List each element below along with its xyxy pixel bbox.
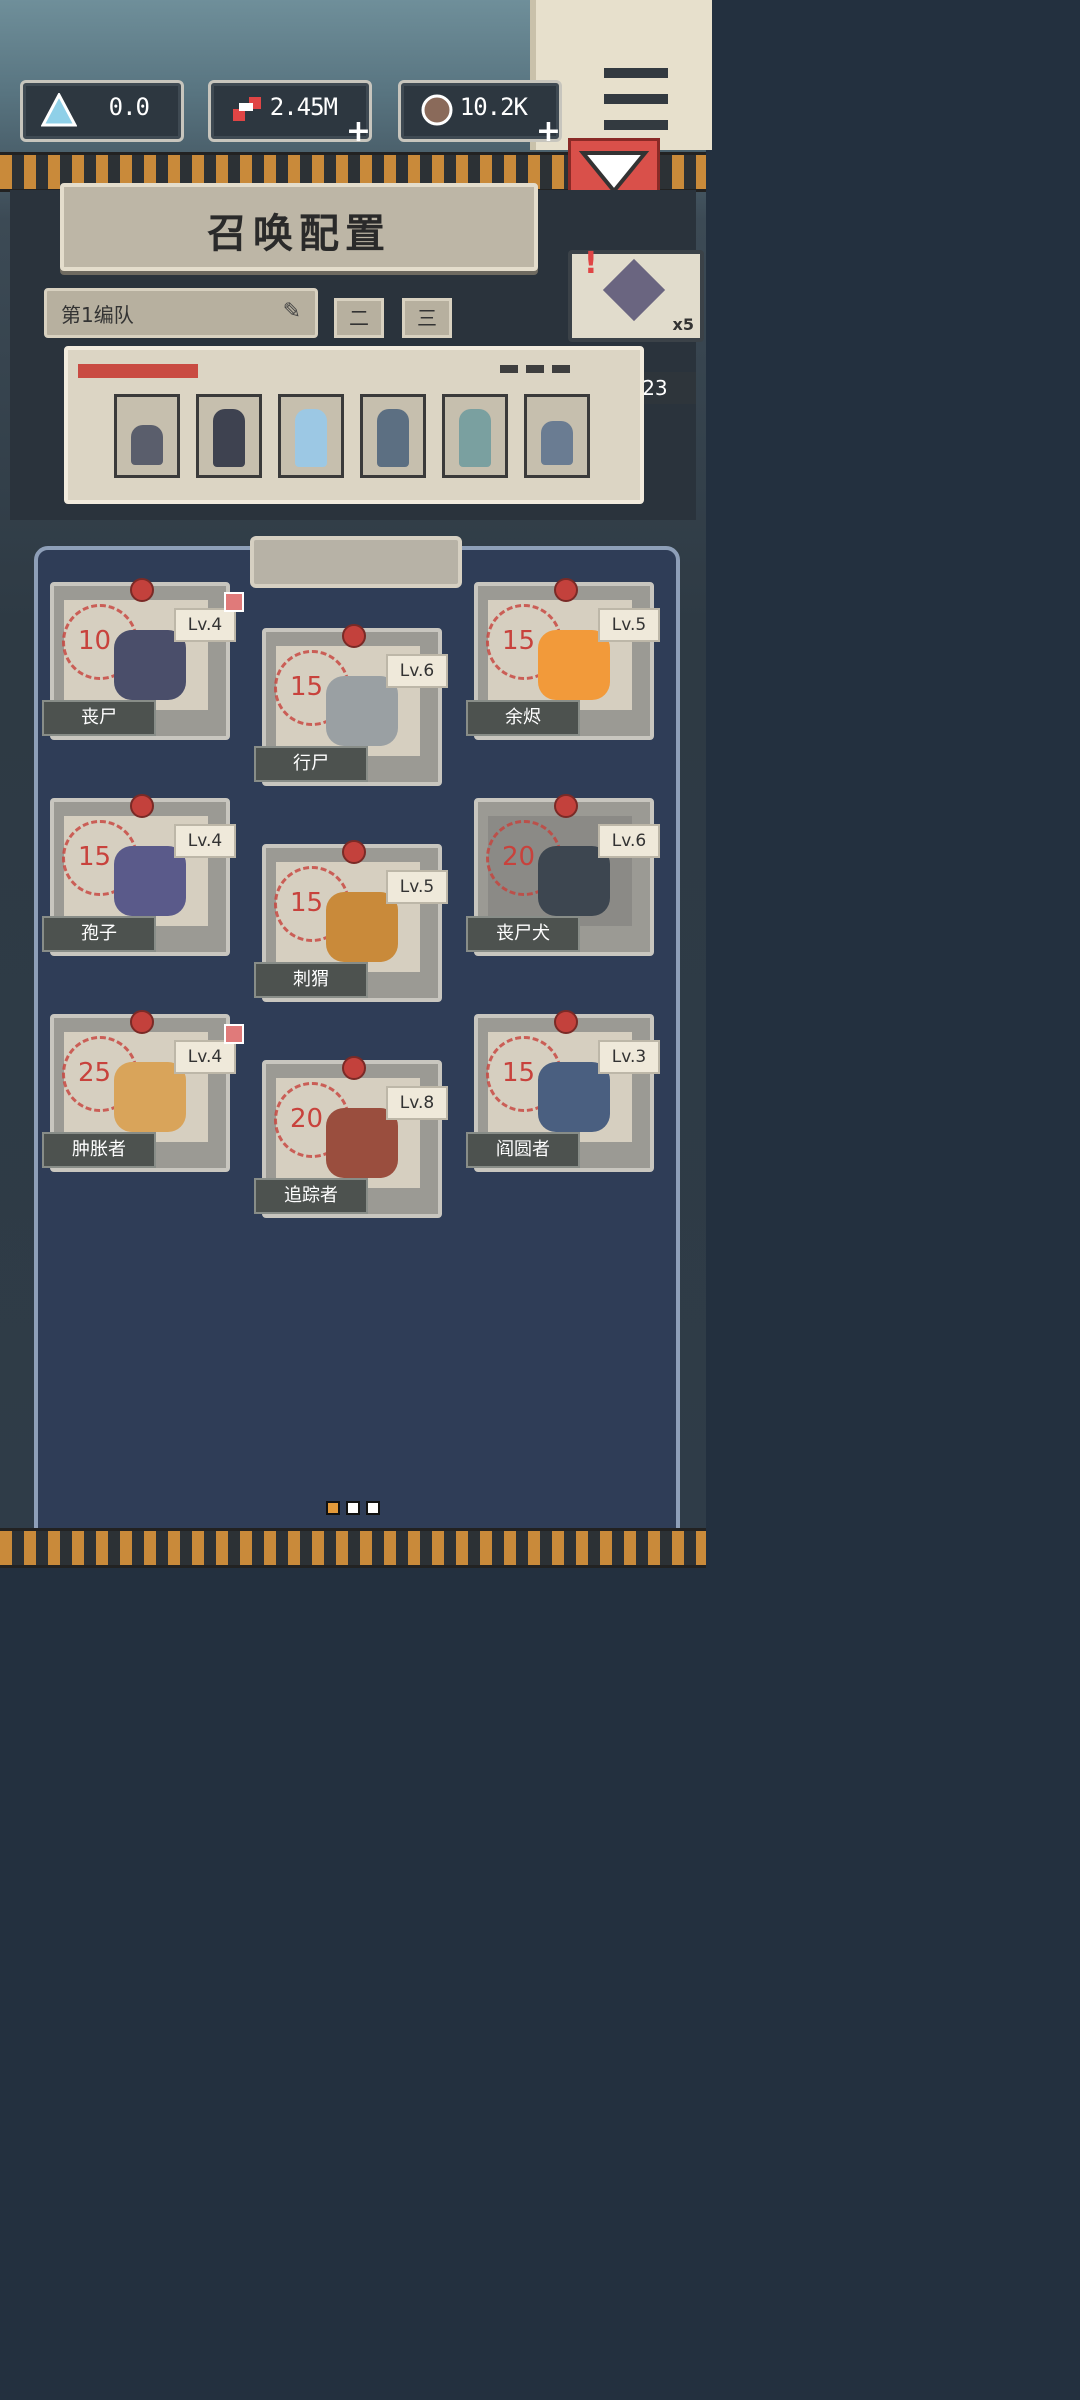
unit-level: Lv.8: [386, 1086, 448, 1120]
unit-card[interactable]: 15 Lv.6 行尸: [254, 624, 448, 788]
page-title: 召唤配置: [207, 211, 391, 257]
formation-board: [64, 346, 644, 504]
unit-name: 丧尸犬: [466, 916, 580, 952]
unit-card[interactable]: 10 Lv.4 丧尸: [42, 578, 244, 742]
pin-icon: [554, 578, 578, 602]
dna-add-button[interactable]: +: [346, 117, 371, 147]
unit-name: 阎圆者: [466, 1132, 580, 1168]
formation-slot[interactable]: [196, 394, 262, 478]
dna-icon: [229, 93, 265, 127]
formation-slot[interactable]: [524, 394, 590, 478]
bottom-hazard-stripe: [0, 1528, 706, 1568]
unit-card[interactable]: 15 Lv.4 孢子: [42, 794, 236, 958]
pin-icon: [130, 578, 154, 602]
reward-card[interactable]: ! x5: [568, 246, 704, 342]
pin-icon: [554, 794, 578, 818]
unit-level: Lv.5: [598, 608, 660, 642]
title-plate: 召唤配置: [60, 183, 538, 271]
unit-name: 刺猬: [254, 962, 368, 998]
dna-counter[interactable]: 2.45M +: [208, 80, 372, 147]
unit-cost: 20: [290, 1104, 324, 1134]
alert-icon: !: [584, 246, 598, 281]
unit-cost: 15: [502, 626, 536, 656]
unit-card[interactable]: 15 Lv.3 阎圆者: [466, 1010, 660, 1174]
unit-name: 追踪者: [254, 1178, 368, 1214]
crystal-value: 0.0: [108, 93, 150, 121]
unit-card[interactable]: 15 Lv.5 余烬: [466, 578, 660, 742]
pin-icon: [342, 1056, 366, 1080]
unit-level: Lv.3: [598, 1040, 660, 1074]
panel-handle[interactable]: [250, 536, 462, 588]
formation-marker: [78, 364, 198, 378]
squad-selector[interactable]: 第1编队 ✎: [44, 288, 318, 338]
flesh-counter[interactable]: 10.2K +: [398, 80, 562, 147]
crystal-icon: [40, 91, 78, 127]
flesh-add-button[interactable]: +: [536, 117, 561, 147]
page-dot[interactable]: [346, 1501, 360, 1515]
unit-name: 丧尸: [42, 700, 156, 736]
edit-icon[interactable]: ✎: [283, 299, 301, 324]
pin-icon: [554, 1010, 578, 1034]
meat-icon: [419, 93, 455, 127]
unit-cost: 15: [290, 672, 324, 702]
unit-level: Lv.4: [174, 608, 236, 642]
unit-name: 行尸: [254, 746, 368, 782]
squad-name: 第1编队: [61, 303, 134, 327]
alert-icon: [224, 1024, 244, 1044]
gem-icon: [602, 258, 666, 322]
crystal-counter[interactable]: 0.0: [20, 80, 184, 142]
formation-slot[interactable]: [114, 394, 180, 478]
page-dot[interactable]: [366, 1501, 380, 1515]
unit-level: Lv.5: [386, 870, 448, 904]
unit-card[interactable]: 15 Lv.5 刺猬: [254, 840, 448, 1004]
page-indicator: [326, 1500, 386, 1519]
formation-slot[interactable]: [278, 394, 344, 478]
page-dot[interactable]: [326, 1501, 340, 1515]
formation-slot[interactable]: [360, 394, 426, 478]
unit-name: 肿胀者: [42, 1132, 156, 1168]
pin-icon: [130, 1010, 154, 1034]
hamburger-menu-icon[interactable]: [594, 60, 682, 142]
pin-icon: [130, 794, 154, 818]
formation-slot[interactable]: [442, 394, 508, 478]
unit-cost: 20: [502, 842, 536, 872]
unit-cost: 15: [290, 888, 324, 918]
unit-level: Lv.6: [598, 824, 660, 858]
unit-cost: 10: [78, 626, 112, 656]
unit-card[interactable]: 20 Lv.6 丧尸犬: [466, 794, 660, 958]
unit-card[interactable]: 25 Lv.4 肿胀者: [42, 1010, 244, 1174]
flesh-value: 10.2K: [459, 93, 528, 121]
unit-cost: 25: [78, 1058, 112, 1088]
reward-count: x5: [672, 315, 694, 334]
unit-name: 孢子: [42, 916, 156, 952]
squad-tab-2[interactable]: 二: [334, 298, 384, 338]
unit-level: Lv.4: [174, 1040, 236, 1074]
formation-dots: [492, 358, 570, 377]
pin-icon: [342, 840, 366, 864]
unit-cost: 15: [502, 1058, 536, 1088]
unit-level: Lv.6: [386, 654, 448, 688]
squad-tab-3[interactable]: 三: [402, 298, 452, 338]
pin-icon: [342, 624, 366, 648]
alert-icon: [224, 592, 244, 612]
unit-level: Lv.4: [174, 824, 236, 858]
dna-value: 2.45M: [269, 93, 338, 121]
unit-card[interactable]: 20 Lv.8 追踪者: [254, 1056, 448, 1220]
unit-name: 余烬: [466, 700, 580, 736]
unit-cost: 15: [78, 842, 112, 872]
